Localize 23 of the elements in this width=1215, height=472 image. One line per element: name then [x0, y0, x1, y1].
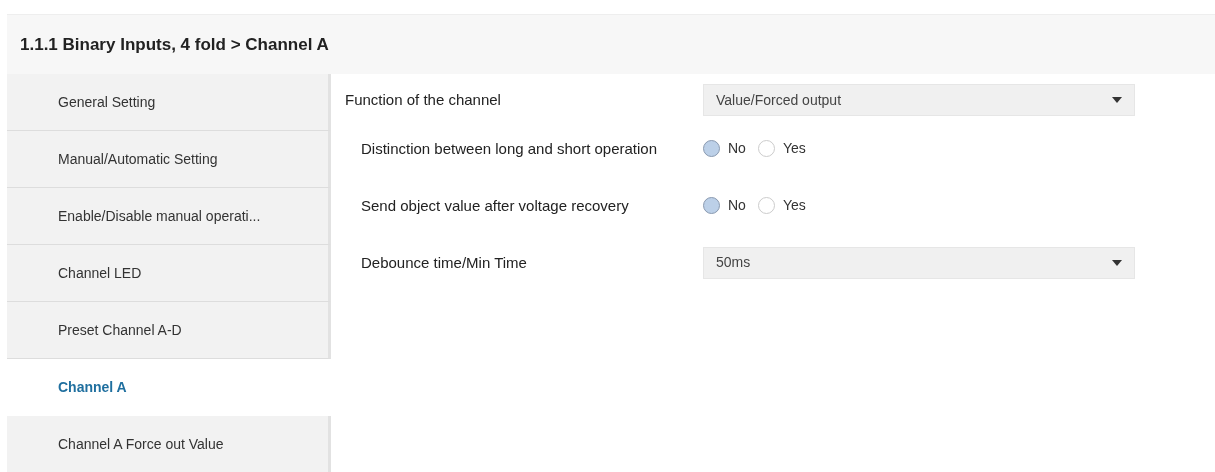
radio-button[interactable] — [703, 140, 720, 157]
sidebar-item[interactable]: Manual/Automatic Setting — [7, 131, 331, 188]
dropdown[interactable]: Value/Forced output — [703, 84, 1135, 116]
radio-button[interactable] — [703, 197, 720, 214]
radio-option[interactable]: No — [703, 138, 746, 159]
parameter-label: Send object value after voltage recovery — [361, 196, 630, 215]
radio-button[interactable] — [757, 197, 775, 214]
parameter-label: Debounce time/Min Time — [361, 253, 528, 272]
radio-option[interactable]: No — [703, 195, 746, 216]
breadcrumb-title: 1.1.1 Binary Inputs, 4 fold > Channel A — [20, 33, 329, 56]
sidebar-item[interactable]: General Setting — [7, 74, 331, 131]
radio-button[interactable] — [757, 140, 775, 157]
dropdown[interactable]: 50ms — [703, 246, 1135, 279]
sidebar-item[interactable]: Channel A Force out Value — [7, 416, 331, 472]
radio-option[interactable]: Yes — [757, 195, 806, 216]
parameter-label: Function of the channel — [345, 91, 502, 109]
caret-icon — [1112, 259, 1122, 266]
sidebar-item[interactable]: Preset Channel A-D — [7, 302, 331, 359]
sidebar-item[interactable]: Enable/Disable manual operati... — [7, 188, 331, 245]
caret-icon — [1112, 97, 1122, 103]
radio-option[interactable]: Yes — [757, 138, 806, 159]
sidebar-item[interactable]: Channel LED — [7, 245, 331, 302]
parameter-label: Distinction between long and short operation — [361, 139, 659, 158]
